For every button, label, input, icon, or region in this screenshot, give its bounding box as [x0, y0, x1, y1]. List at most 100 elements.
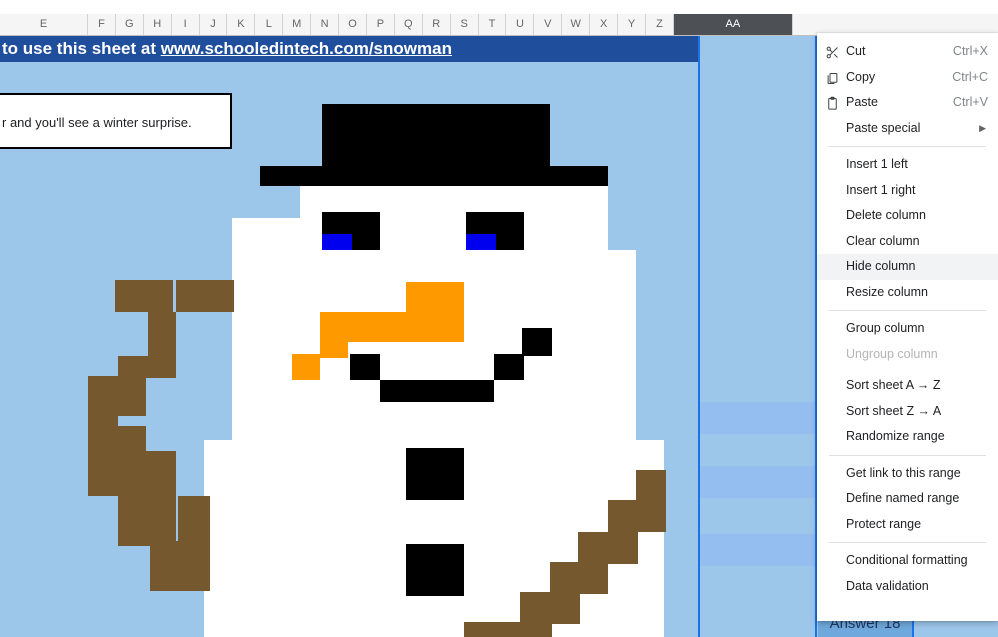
- column-header-j[interactable]: J: [199, 14, 228, 35]
- menu-item-label: Paste: [846, 95, 878, 109]
- column-header-aa[interactable]: AA: [673, 14, 793, 35]
- menu-item-label: Conditional formatting: [846, 553, 968, 567]
- menu-item-get-link-to-this-range[interactable]: Get link to this range: [817, 461, 998, 487]
- pixel-cell: [146, 451, 176, 546]
- pixel-cell: [348, 312, 464, 342]
- column-header-s[interactable]: S: [450, 14, 479, 35]
- pixel-cell: [260, 186, 300, 218]
- menu-item-label: Data validation: [846, 578, 929, 593]
- menu-item-label: Copy: [846, 69, 876, 84]
- column-header-f[interactable]: F: [88, 14, 116, 35]
- menu-item-label: Hide column: [846, 259, 916, 273]
- menu-item-conditional-formatting[interactable]: Conditional formatting: [817, 548, 998, 574]
- column-header-k[interactable]: K: [227, 14, 256, 35]
- copy-icon: [825, 70, 840, 85]
- column-header-g[interactable]: G: [115, 14, 144, 35]
- menu-item-label: Define named range: [846, 491, 960, 505]
- menu-item-label: Protect range: [846, 516, 922, 531]
- menu-item-label: Resize column: [846, 284, 928, 299]
- menu-item-label: Sort sheet A → Z: [846, 378, 941, 392]
- pixel-cell: [406, 282, 464, 312]
- menu-item-data-validation[interactable]: Data validation: [817, 574, 998, 600]
- menu-item-shortcut: Ctrl+X: [952, 44, 988, 58]
- selection-row-band: [700, 534, 815, 566]
- menu-item-paste-special[interactable]: Paste special ▶: [817, 116, 998, 142]
- menu-item-sort-sheet-a-z[interactable]: Sort sheet A → Z: [817, 373, 998, 399]
- menu-item-insert-1-left[interactable]: Insert 1 left: [817, 152, 998, 178]
- menu-item-label: Insert 1 left: [846, 157, 908, 171]
- column-context-menu[interactable]: Cut Ctrl+X Copy Ctrl+C Paste Ctrl+V Paste spec…: [817, 33, 998, 621]
- column-header-t[interactable]: T: [478, 14, 507, 35]
- menu-item-insert-1-right[interactable]: Insert 1 right: [817, 178, 998, 204]
- banner-text: to use this sheet at: [2, 39, 161, 58]
- menu-item-delete-column[interactable]: Delete column: [817, 203, 998, 229]
- pixel-cell: [520, 592, 580, 624]
- column-header-r[interactable]: R: [422, 14, 451, 35]
- instruction-note-box: r and you'll see a winter surprise.: [0, 93, 232, 149]
- column-header-y[interactable]: Y: [618, 14, 646, 35]
- pixel-cell: [178, 496, 210, 591]
- sheet-banner: to use this sheet at www.schooledintech.…: [0, 36, 698, 62]
- column-header-u[interactable]: U: [506, 14, 535, 35]
- menu-item-paste[interactable]: Paste Ctrl+V: [817, 90, 998, 116]
- column-header-o[interactable]: O: [339, 14, 367, 35]
- menu-item-copy[interactable]: Copy Ctrl+C: [817, 65, 998, 91]
- pixel-cell: [380, 380, 494, 402]
- menu-item-define-named-range[interactable]: Define named range: [817, 486, 998, 512]
- pixel-cell: [204, 410, 232, 440]
- pixel-cell: [608, 218, 636, 250]
- column-header-p[interactable]: P: [367, 14, 395, 35]
- menu-item-label: Clear column: [846, 233, 920, 248]
- pixel-cell: [608, 500, 666, 532]
- column-header-l[interactable]: L: [255, 14, 284, 35]
- column-header-q[interactable]: Q: [394, 14, 423, 35]
- menu-item-resize-column[interactable]: Resize column: [817, 280, 998, 306]
- note-text: r and you'll see a winter surprise.: [2, 115, 192, 130]
- pixel-cell: [292, 354, 320, 380]
- banner-link[interactable]: www.schooledintech.com/snowman: [161, 39, 452, 58]
- menu-item-clear-column[interactable]: Clear column: [817, 229, 998, 255]
- pixel-cell: [260, 186, 608, 218]
- scissors-icon: [825, 44, 840, 59]
- menu-item-label: Paste special: [846, 120, 921, 135]
- column-header-h[interactable]: H: [143, 14, 172, 35]
- column-header-w[interactable]: W: [562, 14, 591, 35]
- pixel-cell: [232, 250, 636, 282]
- selection-row-band: [700, 466, 815, 498]
- pixel-cell: [350, 354, 380, 380]
- menu-separator: [829, 454, 986, 456]
- column-header-n[interactable]: N: [311, 14, 340, 35]
- column-header-x[interactable]: X: [590, 14, 619, 35]
- menu-item-label: Insert 1 right: [846, 182, 916, 197]
- menu-item-protect-range[interactable]: Protect range: [817, 512, 998, 538]
- pixel-cell: [550, 562, 608, 594]
- column-header-z[interactable]: Z: [646, 14, 674, 35]
- column-header-i[interactable]: I: [171, 14, 200, 35]
- pixel-cell: [406, 544, 464, 596]
- selected-column-outline: [698, 36, 817, 637]
- chevron-right-icon: ▶: [979, 122, 986, 133]
- menu-item-shortcut: Ctrl+V: [952, 95, 988, 109]
- pixel-cell: [406, 448, 464, 500]
- menu-item-randomize-range[interactable]: Randomize range: [817, 424, 998, 450]
- menu-item-shortcut: Ctrl+C: [952, 69, 988, 84]
- column-header-v[interactable]: V: [534, 14, 563, 35]
- menu-item-label: Group column: [846, 321, 925, 335]
- menu-separator: [829, 542, 986, 543]
- column-header-m[interactable]: M: [283, 14, 312, 35]
- pixel-cell: [118, 356, 176, 378]
- pixel-cell: [494, 354, 524, 380]
- menu-item-cut[interactable]: Cut Ctrl+X: [817, 39, 998, 65]
- pixel-cell: [204, 410, 664, 637]
- pixel-cell: [176, 280, 234, 312]
- menu-item-label: Randomize range: [846, 429, 945, 443]
- pixel-cell: [115, 280, 173, 312]
- menu-item-hide-column[interactable]: Hide column: [817, 254, 998, 280]
- menu-item-sort-sheet-z-a[interactable]: Sort sheet Z → A: [817, 399, 998, 425]
- column-header-e[interactable]: E: [0, 14, 88, 35]
- pixel-cell: [578, 532, 638, 564]
- menu-item-group-column[interactable]: Group column: [817, 316, 998, 342]
- menu-separator: [829, 146, 986, 147]
- pixel-cell: [260, 166, 608, 186]
- menu-separator: [829, 310, 986, 311]
